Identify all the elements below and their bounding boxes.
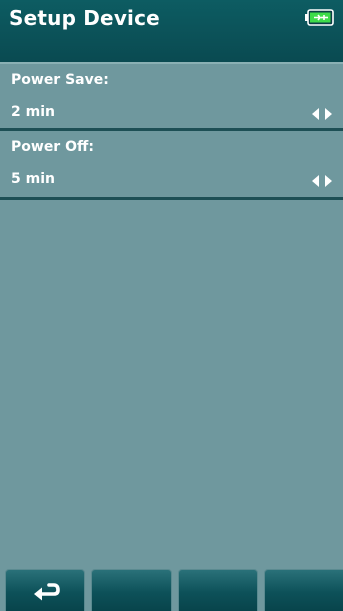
softkey-3[interactable] [178, 569, 258, 611]
setting-value: 2 min [11, 104, 55, 120]
setting-power-off[interactable]: Power Off: 5 min [0, 131, 343, 197]
left-right-arrows-icon[interactable] [311, 175, 333, 187]
divider [0, 197, 343, 200]
back-softkey[interactable] [5, 569, 85, 611]
battery-charging-icon [305, 9, 334, 26]
softkey-bar [0, 566, 343, 611]
device-screen: Setup Device Power Save: 2 min Power Off… [0, 0, 343, 611]
page-title: Setup Device [9, 6, 160, 30]
softkey-4[interactable] [264, 569, 343, 611]
setting-value: 5 min [11, 171, 55, 187]
setting-label: Power Save: [11, 72, 109, 88]
return-arrow-icon [34, 583, 60, 601]
left-right-arrows-icon[interactable] [311, 108, 333, 120]
setting-label: Power Off: [11, 139, 94, 155]
setting-power-save[interactable]: Power Save: 2 min [0, 62, 343, 130]
title-bar: Setup Device [0, 0, 343, 62]
softkey-2[interactable] [91, 569, 172, 611]
